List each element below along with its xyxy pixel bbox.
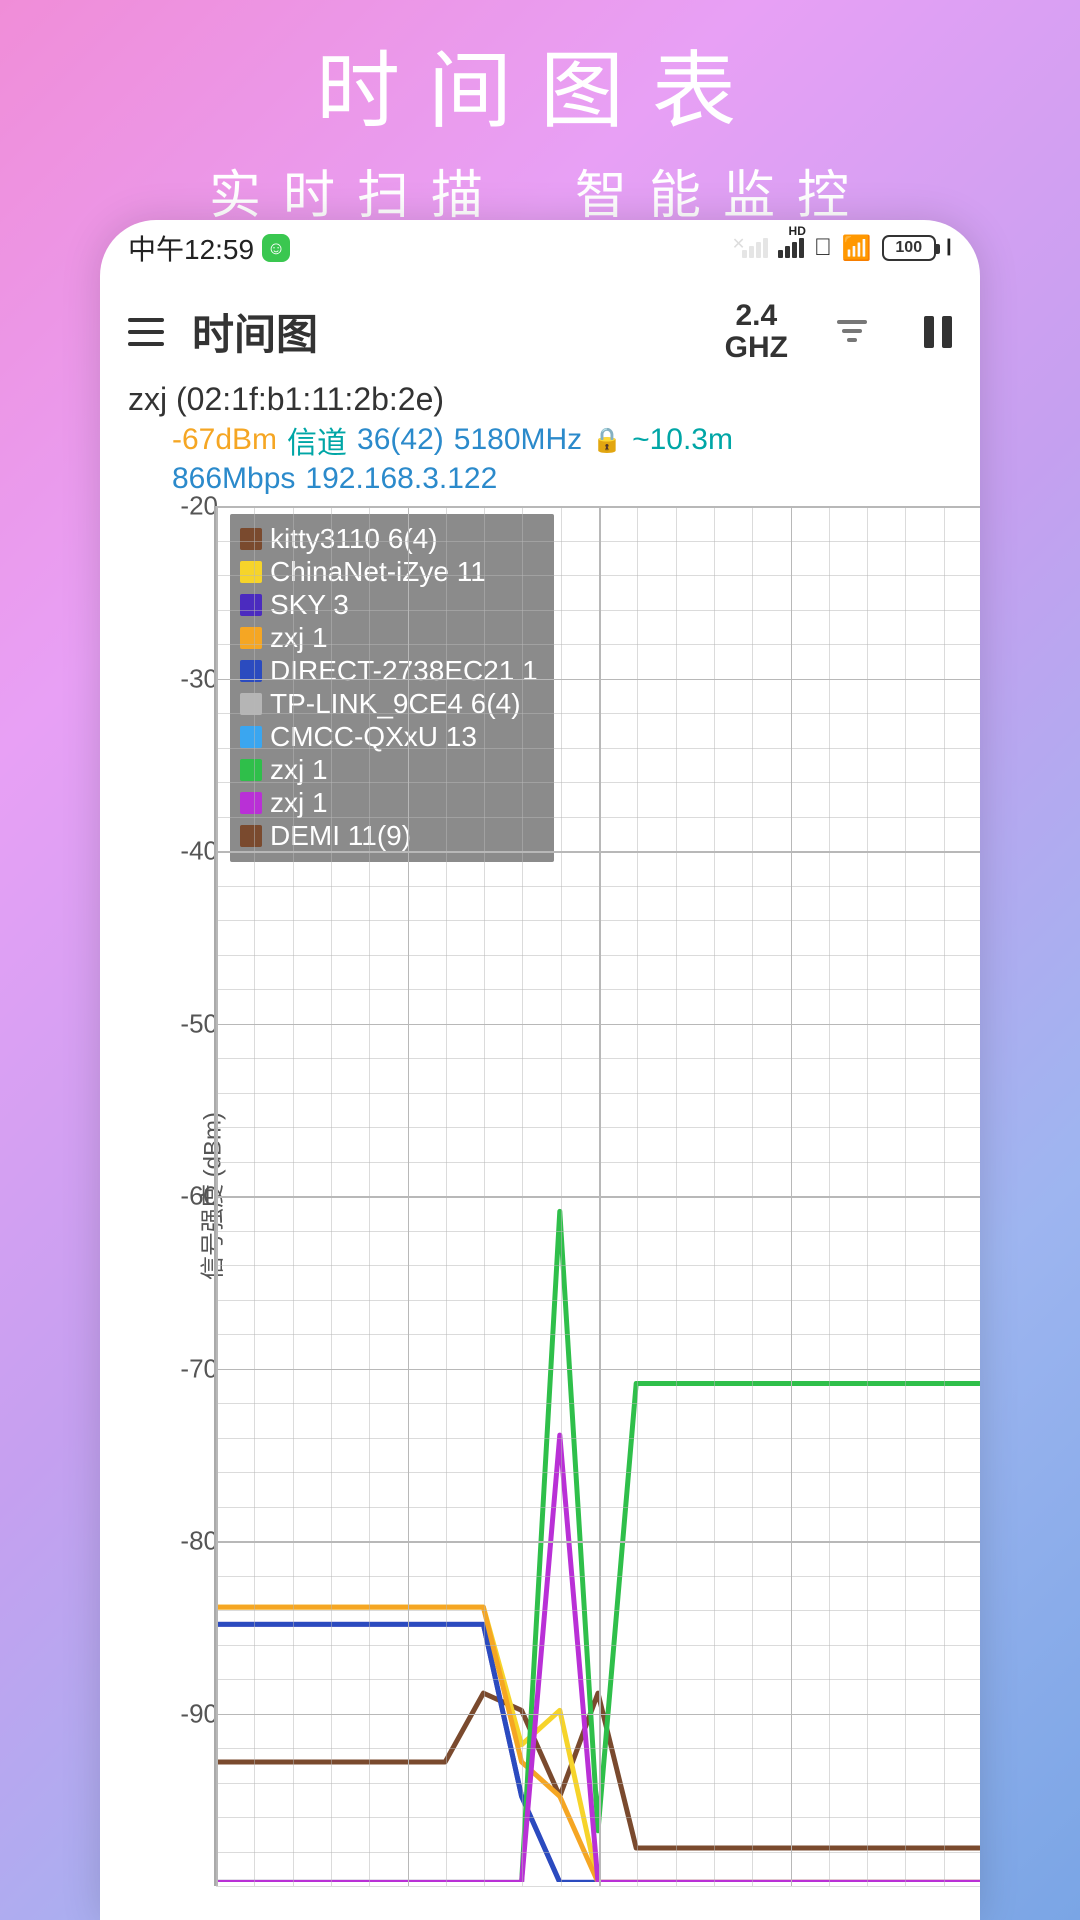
legend-item[interactable]: DEMI 11(9): [240, 819, 538, 852]
chart[interactable]: 信号强度 (dBm) -20-30-40-50-60-70-80-90 kitt…: [128, 506, 980, 1886]
legend-label: SKY 3: [270, 588, 349, 621]
signal-1-icon: ✕: [742, 238, 768, 258]
y-tick: -90: [162, 1698, 218, 1729]
status-time: 中午12:59: [128, 228, 254, 268]
legend-item[interactable]: kitty3110 6(4): [240, 522, 538, 555]
hero-title: 时间图表: [0, 24, 1080, 145]
band-selector[interactable]: 2.4 GHZ: [725, 300, 788, 363]
legend-item[interactable]: SKY 3: [240, 588, 538, 621]
legend-label: DIRECT-2738EC21 1: [270, 654, 538, 687]
legend-label: DEMI 11(9): [270, 819, 411, 852]
filter-icon[interactable]: [836, 320, 868, 344]
legend-label: zxj 1: [270, 621, 328, 654]
y-tick: -70: [162, 1353, 218, 1384]
ap-ssid-mac: zxj (02:1f:b1:11:2b:2e): [128, 381, 952, 418]
y-tick: -60: [162, 1181, 218, 1212]
legend-swatch: [240, 594, 262, 616]
battery-icon: 100: [882, 235, 936, 261]
y-tick: -40: [162, 836, 218, 867]
ap-channel: 36(42): [357, 423, 444, 457]
ap-ip: 192.168.3.122: [305, 462, 497, 496]
wifi-icon: 􀙇: [814, 234, 832, 262]
legend-item[interactable]: DIRECT-2738EC21 1: [240, 654, 538, 687]
legend-label: TP-LINK_9CE4 6(4): [270, 687, 521, 720]
legend-swatch: [240, 759, 262, 781]
legend-swatch: [240, 825, 262, 847]
menu-icon[interactable]: [128, 318, 164, 346]
legend-swatch: [240, 627, 262, 649]
y-tick: -80: [162, 1526, 218, 1557]
status-bar: 中午12:59 ☺ ✕ HD 􀙇 📶 100 𐌉: [100, 220, 980, 276]
legend-item[interactable]: TP-LINK_9CE4 6(4): [240, 687, 538, 720]
legend-label: kitty3110 6(4): [270, 522, 438, 555]
app-bar: 时间图 2.4 GHZ: [100, 276, 980, 371]
phone-frame: 中午12:59 ☺ ✕ HD 􀙇 📶 100 𐌉 时间图 2.4: [100, 220, 980, 1920]
legend-swatch: [240, 561, 262, 583]
hero-text: 时间图表 实时扫描 智能监控: [0, 0, 1080, 228]
legend-swatch: [240, 792, 262, 814]
ap-channel-label: 信道: [287, 418, 347, 462]
y-tick: -20: [162, 491, 218, 522]
legend-label: zxj 1: [270, 786, 328, 819]
legend-swatch: [240, 726, 262, 748]
legend-item[interactable]: zxj 1: [240, 786, 538, 819]
legend-label: ChinaNet-iZye 11: [270, 555, 486, 588]
ap-dbm: -67dBm: [172, 423, 277, 457]
y-tick: -30: [162, 663, 218, 694]
ap-info[interactable]: zxj (02:1f:b1:11:2b:2e) -67dBm 信道 36(42)…: [100, 371, 980, 500]
ap-freq: 5180MHz: [454, 423, 582, 457]
page-title: 时间图: [192, 301, 697, 362]
status-app-icon: ☺: [262, 234, 290, 262]
hero-subtitle: 实时扫描 智能监控: [0, 153, 1080, 228]
legend-swatch: [240, 693, 262, 715]
y-tick: -50: [162, 1008, 218, 1039]
charging-icon: 𐌉: [946, 235, 952, 261]
legend-item[interactable]: zxj 1: [240, 621, 538, 654]
legend-swatch: [240, 528, 262, 550]
signal-2-icon: HD: [778, 238, 804, 258]
legend[interactable]: kitty3110 6(4)ChinaNet-iZye 11SKY 3zxj 1…: [230, 514, 554, 862]
ap-distance: ~10.3m: [632, 423, 733, 457]
lock-icon: 🔒: [592, 426, 622, 455]
legend-item[interactable]: ChinaNet-iZye 11: [240, 555, 538, 588]
pause-icon[interactable]: [924, 316, 952, 348]
plot-area[interactable]: kitty3110 6(4)ChinaNet-iZye 11SKY 3zxj 1…: [214, 506, 980, 1886]
